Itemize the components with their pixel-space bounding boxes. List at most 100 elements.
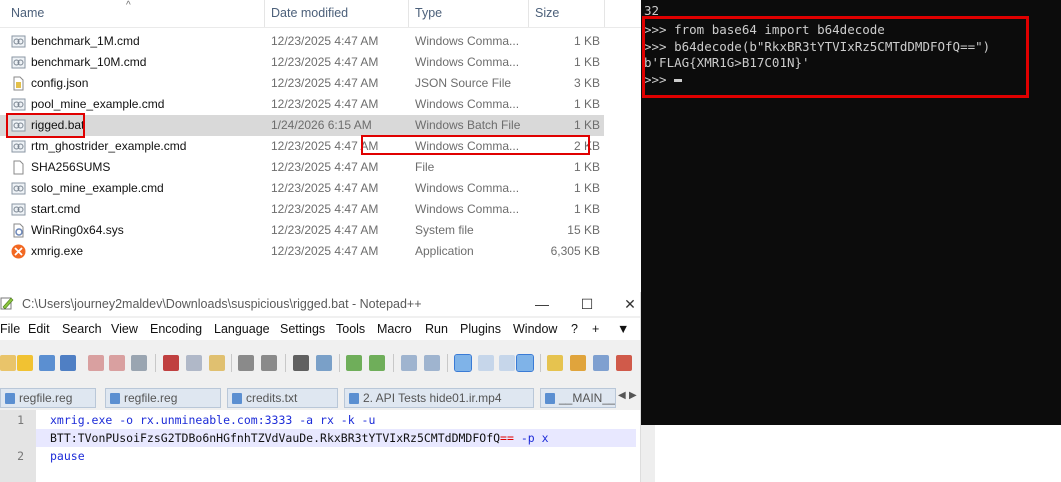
file-tab-icon [349,393,359,404]
notepad-plus-plus-logo-icon [0,297,14,310]
new-file-icon[interactable] [0,355,16,371]
menu-bar: File Edit Search View Encoding Language … [0,318,641,340]
show-all-chars-icon[interactable] [478,355,494,371]
column-divider[interactable] [264,0,265,27]
title-bar[interactable]: C:\Users\journey2maldev\Downloads\suspic… [0,292,641,316]
file-type: Windows Comma... [415,202,520,216]
function-list-icon[interactable] [570,355,586,371]
menu-language[interactable]: Language [214,322,270,336]
sys-file-icon [13,223,24,238]
file-date: 12/23/2025 4:47 AM [271,160,379,174]
file-name: solo_mine_example.cmd [31,181,164,195]
zoom-out-icon[interactable] [369,355,385,371]
file-tab-icon [545,393,555,404]
print-icon[interactable] [131,355,147,371]
file-name: WinRing0x64.sys [31,223,124,237]
column-name[interactable]: Name [11,6,44,20]
file-row[interactable]: benchmark_1M.cmd 12/23/2025 4:47 AM Wind… [0,31,604,52]
menu-plus[interactable]: + [592,322,599,336]
file-row[interactable]: solo_mine_example.cmd 12/23/2025 4:47 AM… [0,178,604,199]
encoded-payload: RkxBR3tYTVIxRz5CMTdDMDFOfQ [320,431,501,445]
monitor-icon[interactable] [593,355,609,371]
tab-regfile-2[interactable]: regfile.reg [105,388,221,408]
xmrig-app-icon [11,244,26,259]
column-divider[interactable] [528,0,529,27]
column-size[interactable]: Size [535,6,559,20]
file-size: 1 KB [573,160,600,174]
word-wrap-icon[interactable] [454,354,472,372]
file-type: JSON Source File [415,76,512,90]
code-line-1-wrap: BTT:TVonPUsoiFzsG2TDBo6nHGfnhTZVdVauDe.R… [50,431,549,445]
cmd-file-icon [11,35,26,48]
close-file-icon[interactable] [88,355,104,371]
file-row[interactable]: pool_mine_example.cmd 12/23/2025 4:47 AM… [0,94,604,115]
folder-workspace-icon[interactable] [547,355,563,371]
paste-icon[interactable] [209,355,225,371]
file-row[interactable]: SHA256SUMS 12/23/2025 4:47 AM File 1 KB [0,157,604,178]
menu-window[interactable]: Window [513,322,557,336]
file-type: Windows Comma... [415,34,520,48]
text-editor[interactable]: 1 2 xmrig.exe -o rx.unmineable.com:3333 … [0,410,641,482]
menu-dropdown[interactable]: ▼ [617,322,629,336]
file-row[interactable]: config.json 12/23/2025 4:47 AM JSON Sour… [0,73,604,94]
toolbar [0,348,641,378]
menu-search[interactable]: Search [62,322,102,336]
file-row[interactable]: start.cmd 12/23/2025 4:47 AM Windows Com… [0,199,604,220]
indent-guide-icon[interactable] [499,355,515,371]
menu-file[interactable]: File [0,322,20,336]
menu-encoding[interactable]: Encoding [150,322,202,336]
save-all-icon[interactable] [60,355,76,371]
copy-icon[interactable] [186,355,202,371]
menu-edit[interactable]: Edit [28,322,50,336]
replace-icon[interactable] [316,355,332,371]
column-date-modified[interactable]: Date modified [271,6,348,20]
notepad-plus-plus-window: C:\Users\journey2maldev\Downloads\suspic… [0,292,641,482]
toolbar-separator [540,354,541,372]
file-date: 12/23/2025 4:47 AM [271,55,379,69]
json-file-icon [13,76,24,91]
code-line-1: xmrig.exe -o rx.unmineable.com:3333 -a r… [50,413,376,427]
menu-macro[interactable]: Macro [377,322,412,336]
tab-regfile-1[interactable]: regfile.reg [0,388,96,408]
file-row[interactable]: WinRing0x64.sys 12/23/2025 4:47 AM Syste… [0,220,604,241]
menu-plugins[interactable]: Plugins [460,322,501,336]
file-row[interactable]: benchmark_10M.cmd 12/23/2025 4:47 AM Win… [0,52,604,73]
tab-credits[interactable]: credits.txt [227,388,338,408]
save-icon[interactable] [39,355,55,371]
close-button[interactable]: ✕ [619,294,641,314]
file-date: 12/23/2025 4:47 AM [271,97,379,111]
minimize-button[interactable]: — [531,294,553,314]
tab-api-tests[interactable]: 2. API Tests hide01.ir.mp4 [344,388,534,408]
document-map-icon[interactable] [516,354,534,372]
tab-main-c[interactable]: __MAIN__.c [540,388,616,408]
file-row-selected[interactable]: rigged.bat 1/24/2026 6:15 AM Windows Bat… [0,115,604,136]
cmd-file-icon [11,182,26,195]
open-file-icon[interactable] [17,355,33,371]
menu-settings[interactable]: Settings [280,322,325,336]
column-header-row: Name ^ Date modified Type Size [0,0,641,28]
file-size: 1 KB [573,34,600,48]
record-macro-icon[interactable] [616,355,632,371]
close-all-icon[interactable] [109,355,125,371]
find-icon[interactable] [293,355,309,371]
column-divider[interactable] [604,0,605,27]
toolbar-separator [339,354,340,372]
sync-scroll-icon[interactable] [401,355,417,371]
file-name: config.json [31,76,89,90]
menu-run[interactable]: Run [425,322,448,336]
menu-help[interactable]: ? [571,322,578,336]
file-size: 1 KB [573,55,600,69]
column-type[interactable]: Type [415,6,442,20]
sync-horizontal-icon[interactable] [424,355,440,371]
undo-icon[interactable] [238,355,254,371]
password-arg: -p x [513,431,549,445]
menu-tools[interactable]: Tools [336,322,365,336]
zoom-in-icon[interactable] [346,355,362,371]
redo-icon[interactable] [261,355,277,371]
menu-view[interactable]: View [111,322,138,336]
file-row[interactable]: xmrig.exe 12/23/2025 4:47 AM Application… [0,241,604,262]
cut-icon[interactable] [163,355,179,371]
maximize-button[interactable]: ☐ [576,294,598,314]
sort-up-icon: ^ [126,0,131,11]
column-divider[interactable] [408,0,409,27]
